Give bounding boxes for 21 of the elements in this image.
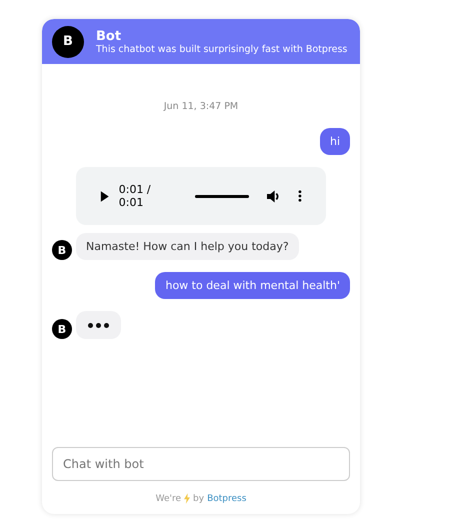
user-message: how to deal with mental health' (155, 272, 350, 299)
lightning-icon (184, 493, 190, 504)
user-message: hi (320, 128, 350, 155)
audio-progress-bar[interactable] (195, 194, 249, 198)
botpress-link[interactable]: Botpress (207, 494, 246, 504)
footer-text: We're (156, 494, 182, 504)
bot-avatar: B (52, 26, 84, 58)
bot-avatar: B (52, 319, 72, 339)
timestamp: Jun 11, 3:47 PM (164, 101, 238, 112)
bot-message: Namaste! How can I help you today? (76, 233, 299, 260)
typing-indicator (76, 311, 121, 339)
bot-description: This chatbot was built surprisingly fast with Botpress (96, 44, 348, 54)
volume-icon[interactable] (266, 190, 280, 202)
bot-name: Bot (96, 28, 122, 44)
audio-player[interactable]: 0:01 / 0:01 (76, 167, 326, 225)
audio-time: 0:01 / 0:01 (118, 183, 152, 209)
bot-avatar: B (52, 240, 72, 260)
more-options-icon[interactable] (298, 190, 302, 202)
play-icon[interactable] (100, 190, 109, 202)
chat-input-field[interactable]: Chat with bot (52, 447, 350, 481)
footer-text: by (193, 494, 204, 504)
